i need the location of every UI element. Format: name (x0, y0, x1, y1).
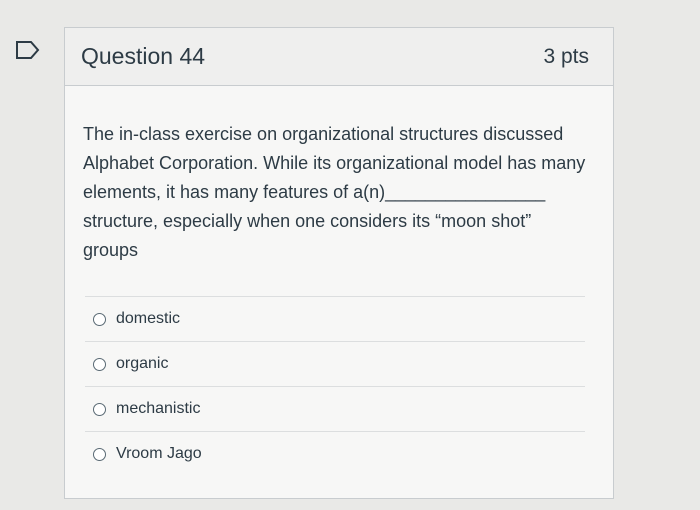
question-title: Question 44 (81, 43, 206, 69)
answer-option-vroom-jago[interactable]: Vroom Jago (85, 432, 585, 476)
answer-label: domestic (116, 310, 181, 327)
answer-option-organic[interactable]: organic (85, 342, 585, 386)
radio-button[interactable] (93, 447, 106, 461)
radio-button[interactable] (93, 312, 106, 326)
answer-list: domestic organic mechanistic Vroom Jago (85, 296, 585, 476)
bookmark-flag-icon[interactable] (15, 40, 41, 60)
answer-label: organic (116, 355, 169, 372)
question-header: Question 44 3 pts (65, 28, 613, 86)
answer-option-mechanistic[interactable]: mechanistic (85, 387, 585, 431)
answer-label: Vroom Jago (116, 445, 202, 462)
answer-label: mechanistic (116, 400, 201, 417)
radio-button[interactable] (93, 402, 106, 416)
radio-button[interactable] (93, 357, 106, 371)
answer-option-domestic[interactable]: domestic (85, 297, 585, 341)
question-points: 3 pts (543, 44, 589, 68)
question-card: Question 44 3 pts The in-class exercise … (64, 27, 614, 499)
question-text: The in-class exercise on organizational … (83, 124, 586, 260)
